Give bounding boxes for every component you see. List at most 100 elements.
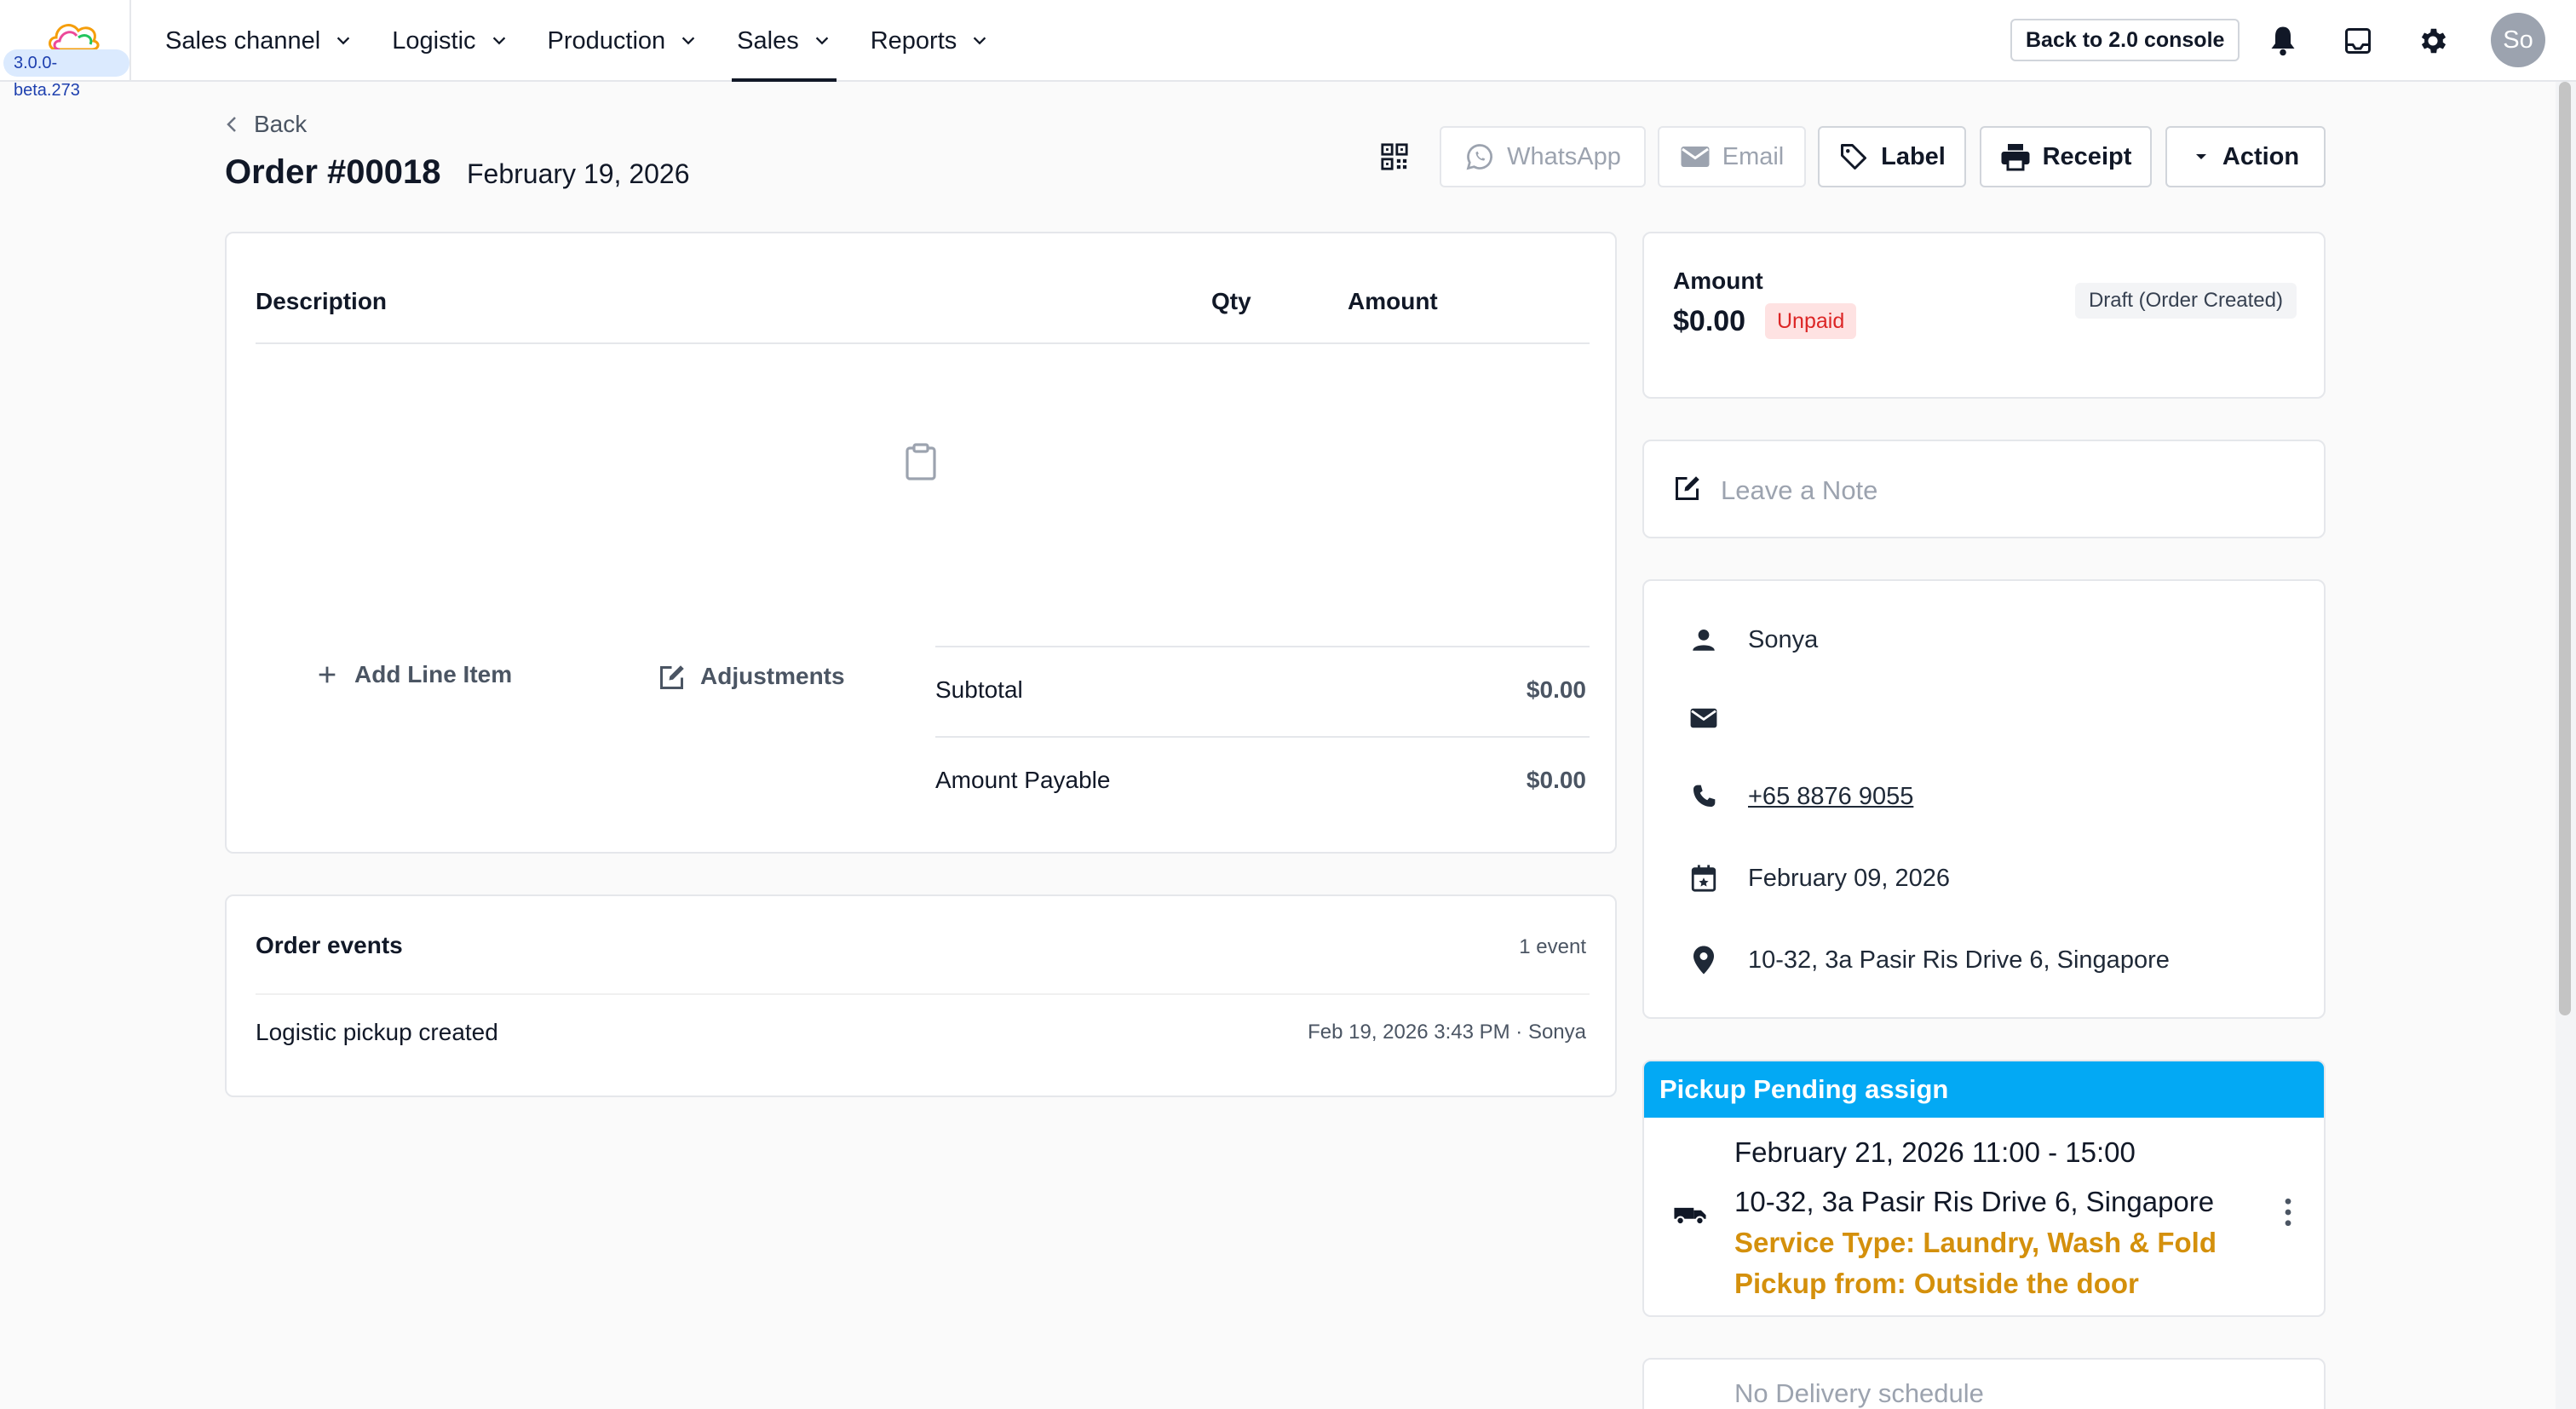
order-events-count: 1 event — [1519, 935, 1586, 958]
amount-payable-label: Amount Payable — [935, 767, 1111, 793]
order-events-title: Order events — [256, 932, 403, 958]
nav-label: Reports — [870, 26, 957, 55]
inbox-icon[interactable] — [2339, 22, 2377, 60]
bell-icon[interactable] — [2264, 22, 2302, 60]
customer-phone-link[interactable]: +65 8876 9055 — [1748, 783, 1913, 811]
delivery-card[interactable]: No Delivery schedule — [1642, 1358, 2326, 1409]
user-avatar[interactable]: So — [2491, 13, 2545, 67]
customer-email-row — [1644, 697, 2326, 739]
whatsapp-label: WhatsApp — [1507, 142, 1621, 170]
order-status-badge: Draft (Order Created) — [2074, 283, 2297, 319]
customer-name-row: Sonya — [1644, 618, 2326, 661]
order-events-card: Order events 1 event Logistic pickup cre… — [225, 894, 1617, 1097]
chevron-down-icon — [974, 37, 986, 45]
nav-reports[interactable]: Reports — [857, 0, 1003, 82]
tag-icon — [1841, 144, 1867, 170]
pickup-schedule: February 21, 2026 11:00 - 15:00 — [1734, 1136, 2136, 1168]
amount-payable-value: $0.00 — [1526, 767, 1586, 793]
chevron-down-icon — [815, 37, 828, 45]
clipboard-icon — [906, 443, 936, 480]
customer-date: February 09, 2026 — [1748, 864, 1950, 892]
column-header-description: Description — [256, 288, 388, 314]
email-button[interactable]: Email — [1658, 126, 1806, 187]
pickup-card[interactable]: Pickup Pending assign February 21, 2026 … — [1642, 1060, 2326, 1317]
nav-label: Production — [547, 26, 666, 55]
plus-icon — [319, 666, 336, 683]
gear-icon[interactable] — [2414, 22, 2452, 60]
receipt-button[interactable]: Receipt — [1980, 126, 2152, 187]
top-navigation-bar: 3.0.0-beta.273 Sales channel Logistic Pr… — [0, 0, 2576, 100]
chevron-down-icon — [681, 37, 695, 45]
phone-icon — [1687, 779, 1721, 814]
pickup-status-header: Pickup Pending assign — [1644, 1061, 2324, 1118]
nav-label: Logistic — [392, 26, 476, 55]
qr-code-icon[interactable] — [1373, 140, 1416, 174]
nav-logistic[interactable]: Logistic — [378, 0, 521, 82]
back-link[interactable]: Back — [225, 111, 307, 138]
events-divider — [256, 993, 1590, 995]
printer-icon — [2001, 144, 2030, 171]
truck-icon — [1674, 1207, 1706, 1226]
customer-address-row: 10-32, 3a Pasir Ris Drive 6, Singapore — [1644, 939, 2326, 981]
amount-value: $0.00 — [1673, 305, 1746, 337]
adjustments-label: Adjustments — [700, 663, 845, 689]
logo-area[interactable]: 3.0.0-beta.273 — [0, 0, 131, 100]
adjustments-button[interactable]: Adjustments — [658, 661, 845, 692]
nav-label: Sales — [737, 26, 799, 55]
whatsapp-icon — [1466, 144, 1493, 170]
add-line-item-label: Add Line Item — [354, 661, 513, 687]
order-date: February 19, 2026 — [467, 158, 690, 189]
subtotal-label: Subtotal — [935, 676, 1023, 703]
chevron-left-icon — [227, 117, 236, 132]
scrollbar-thumb[interactable] — [2559, 82, 2571, 1015]
amount-card: Amount $0.00 Unpaid Draft (Order Created… — [1642, 232, 2326, 399]
chevron-down-icon — [492, 37, 505, 45]
more-vertical-icon[interactable] — [2283, 1198, 2293, 1227]
pickup-service-type: Service Type: Laundry, Wash & Fold — [1734, 1227, 2217, 1258]
chevron-down-icon — [336, 37, 350, 45]
event-meta: Feb 19, 2026 3:43 PM · Sonya — [1308, 1021, 1586, 1044]
column-header-qty: Qty — [1211, 288, 1251, 314]
totals-divider — [935, 646, 1590, 647]
caret-down-icon — [2195, 154, 2206, 159]
totals-divider — [935, 736, 1590, 738]
customer-address: 10-32, 3a Pasir Ris Drive 6, Singapore — [1748, 946, 2170, 974]
mail-icon — [1687, 701, 1721, 735]
whatsapp-button[interactable]: WhatsApp — [1440, 126, 1646, 187]
email-label: Email — [1722, 142, 1785, 170]
pickup-address: 10-32, 3a Pasir Ris Drive 6, Singapore — [1734, 1186, 2215, 1217]
location-pin-icon — [1687, 943, 1721, 977]
truck-icon — [1673, 1404, 1707, 1409]
payment-status-badge: Unpaid — [1765, 303, 1857, 339]
event-text: Logistic pickup created — [256, 1019, 498, 1045]
main-nav: Sales channel Logistic Production Sales … — [152, 0, 1015, 82]
nav-sales[interactable]: Sales — [723, 0, 845, 82]
nav-sales-channel[interactable]: Sales channel — [152, 0, 366, 82]
customer-info-card: Sonya +65 8876 9055 February 09, 2026 10… — [1642, 579, 2326, 1019]
note-placeholder: Leave a Note — [1721, 475, 1878, 505]
pickup-from: Pickup from: Outside the door — [1734, 1268, 2139, 1299]
line-items-card: Description Qty Amount Add Line Item Adj… — [225, 232, 1617, 854]
receipt-label: Receipt — [2042, 142, 2132, 170]
add-line-item-button[interactable]: Add Line Item — [315, 661, 512, 688]
mail-icon — [1681, 147, 1710, 167]
customer-date-row: February 09, 2026 — [1644, 857, 2326, 900]
version-badge: 3.0.0-beta.273 — [3, 49, 129, 100]
leave-note-field[interactable]: Leave a Note — [1642, 440, 2326, 538]
action-button[interactable]: Action — [2165, 126, 2326, 187]
order-title: Order #00018 — [225, 153, 441, 191]
amount-label: Amount — [1673, 267, 1763, 294]
label-button[interactable]: Label — [1818, 126, 1966, 187]
back-to-console-button[interactable]: Back to 2.0 console — [2010, 19, 2240, 61]
back-label: Back — [254, 111, 308, 137]
customer-phone-row: +65 8876 9055 — [1644, 775, 2326, 818]
column-header-amount: Amount — [1348, 288, 1438, 314]
label-label: Label — [1881, 142, 1946, 170]
nav-production[interactable]: Production — [534, 0, 712, 82]
page-scrollbar[interactable] — [2556, 82, 2576, 1409]
header-divider — [256, 342, 1590, 344]
edit-note-icon — [1676, 476, 1699, 500]
calendar-icon — [1687, 861, 1721, 895]
subtotal-value: $0.00 — [1526, 676, 1586, 703]
customer-name: Sonya — [1748, 625, 1819, 653]
